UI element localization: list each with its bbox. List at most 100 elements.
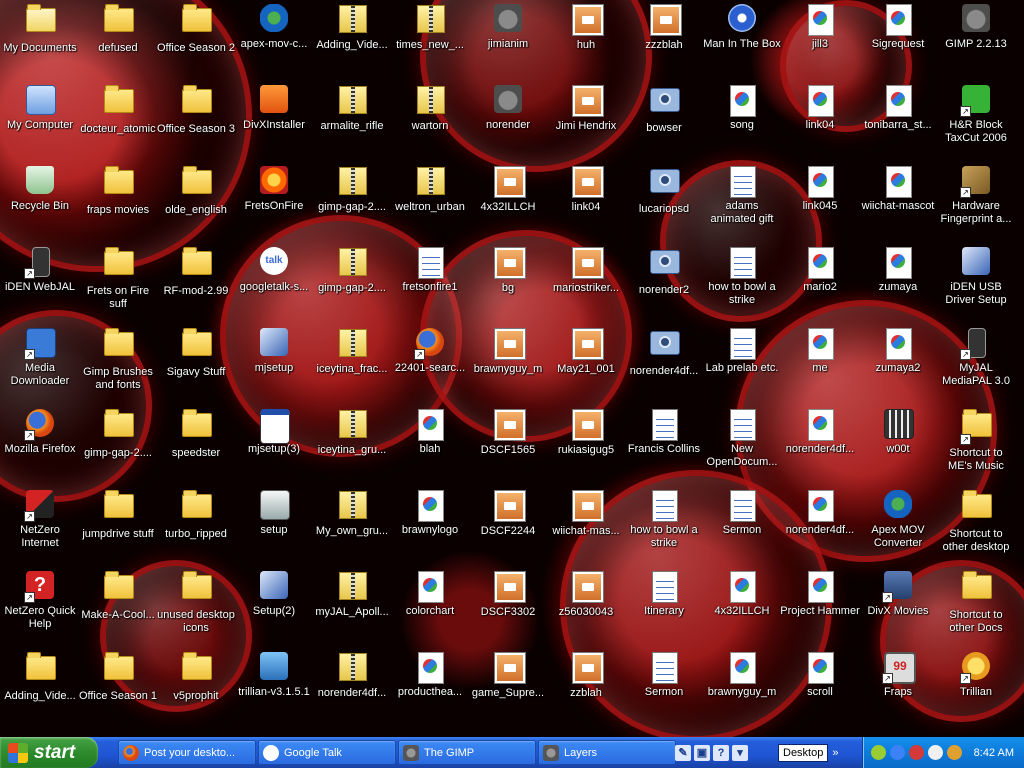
desktop-icon[interactable]: Sermon	[624, 650, 704, 730]
desktop-icon[interactable]: ↗ 22401-searc...	[390, 326, 470, 406]
desktop-icon[interactable]: ↗ Trillian	[936, 650, 1016, 730]
trillian-tray-icon[interactable]	[947, 745, 962, 760]
desktop-icon[interactable]: My_own_gru...	[312, 488, 392, 568]
desktop-icon[interactable]: gimp-gap-2....	[78, 407, 158, 487]
desktop-icon[interactable]: DSCF3302	[468, 569, 548, 649]
desktop-icon[interactable]: Man In The Box	[702, 2, 782, 82]
desktop-icon[interactable]: ↗ MyJAL MediaPAL 3.0	[936, 326, 1016, 406]
desktop-icon[interactable]: blah	[390, 407, 470, 487]
desktop-icon[interactable]: bg	[468, 245, 548, 325]
desktop-icon[interactable]: My Documents	[0, 2, 80, 82]
desktop-icon[interactable]: unused desktop icons	[156, 569, 236, 649]
desktop-icon[interactable]: mjsetup	[234, 326, 314, 406]
desktop-icon[interactable]: DivXInstaller	[234, 83, 314, 163]
desktop-icon[interactable]: me	[780, 326, 860, 406]
desktop-icon[interactable]: brawnyguy_m	[702, 650, 782, 730]
desktop-icon[interactable]: Jimi Hendrix	[546, 83, 626, 163]
desktop-icon[interactable]: My Computer	[0, 83, 80, 163]
desktop-icon[interactable]: zumaya2	[858, 326, 938, 406]
desktop-icon[interactable]: May21_001	[546, 326, 626, 406]
taskbar-button[interactable]: Post your deskto...	[118, 740, 256, 765]
wrench-icon[interactable]: ✎	[675, 745, 691, 761]
desktop-icon[interactable]: bowser	[624, 83, 704, 163]
desktop-icon[interactable]: fretsonfire1	[390, 245, 470, 325]
desktop-icon[interactable]: link045	[780, 164, 860, 244]
taskbar-button[interactable]: Layers	[538, 740, 676, 765]
desktop-icon[interactable]: Office Season 3	[156, 83, 236, 163]
mail-icon[interactable]	[928, 745, 943, 760]
desktop-icon[interactable]: trillian-v3.1.5.1	[234, 650, 314, 730]
desktop-icon[interactable]: gimp-gap-2....	[312, 164, 392, 244]
desktop-icon[interactable]: jill3	[780, 2, 860, 82]
desktop-icon[interactable]: talk googletalk-s...	[234, 245, 314, 325]
desktop-icon[interactable]: rukiasigug5	[546, 407, 626, 487]
desktop-icon[interactable]: Shortcut to other Docs	[936, 569, 1016, 649]
desktop-icon[interactable]: Francis Collins	[624, 407, 704, 487]
desktop-icon[interactable]: apex-mov-c...	[234, 2, 314, 82]
desktop-icon[interactable]: Frets on Fire suff	[78, 245, 158, 325]
desktop-icon[interactable]: brawnyguy_m	[468, 326, 548, 406]
taskbar-button[interactable]: Google Talk	[258, 740, 396, 765]
desktop-icon[interactable]: mario2	[780, 245, 860, 325]
desktop-icon[interactable]: Office Season 1	[78, 650, 158, 730]
desktop-icon[interactable]: DSCF2244	[468, 488, 548, 568]
desktop-icon[interactable]: wartorn	[390, 83, 470, 163]
desktop-icon[interactable]: how to bowl a strike	[702, 245, 782, 325]
desktop-icon[interactable]: turbo_ripped	[156, 488, 236, 568]
desktop-icon[interactable]: link04	[546, 164, 626, 244]
desktop-icon[interactable]: 4x32ILLCH	[468, 164, 548, 244]
desktop-icon[interactable]: z56030043	[546, 569, 626, 649]
monitor-icon[interactable]: ▣	[694, 745, 710, 761]
desktop-icon[interactable]: Shortcut to other desktop	[936, 488, 1016, 568]
desktop-icon[interactable]: iceytina_gru...	[312, 407, 392, 487]
desktop-icon[interactable]: Office Season 2	[156, 2, 236, 82]
desktop-icon[interactable]: Gimp Brushes and fonts	[78, 326, 158, 406]
desktop-icon[interactable]: jumpdrive stuff	[78, 488, 158, 568]
desktop-icon[interactable]: Sermon	[702, 488, 782, 568]
desktop-icon[interactable]: gimp-gap-2....	[312, 245, 392, 325]
desktop-icon[interactable]: ? ↗ NetZero Quick Help	[0, 569, 80, 649]
desktop-icon[interactable]: ↗ DivX Movies	[858, 569, 938, 649]
desktop-icon[interactable]: ↗ iDEN WebJAL	[0, 245, 80, 325]
desktop-icon[interactable]: fraps movies	[78, 164, 158, 244]
arrow-icon[interactable]: ▾	[732, 745, 748, 761]
desktop[interactable]: My Documents defused Office Season 2 apex-m…	[0, 0, 1024, 737]
taskbar-button[interactable]: The GIMP	[398, 740, 536, 765]
desktop-icon[interactable]: armalite_rifle	[312, 83, 392, 163]
desktop-icon[interactable]: link04	[780, 83, 860, 163]
desktop-icon[interactable]: myJAL_Apoll...	[312, 569, 392, 649]
desktop-icon[interactable]: zzzblah	[624, 2, 704, 82]
desktop-icon[interactable]: 99 ↗ Fraps	[858, 650, 938, 730]
desktop-icon[interactable]: mjsetup(3)	[234, 407, 314, 487]
desktop-icon[interactable]: productheа...	[390, 650, 470, 730]
desktop-icon[interactable]: Adding_Vide...	[312, 2, 392, 82]
desktop-icon[interactable]: norender2	[624, 245, 704, 325]
desktop-icon[interactable]: ↗ NetZero Internet	[0, 488, 80, 568]
desktop-icon[interactable]: speedster	[156, 407, 236, 487]
help-icon[interactable]: ?	[713, 745, 729, 761]
desktop-icon[interactable]: norender4df...	[780, 488, 860, 568]
desktop-icon[interactable]: adams animated gift	[702, 164, 782, 244]
desktop-icon[interactable]: iceytina_frac...	[312, 326, 392, 406]
desktop-icon[interactable]: Lab prelab etc.	[702, 326, 782, 406]
chevron-right-icon[interactable]: »	[832, 747, 838, 759]
desktop-icon[interactable]: mariostriker...	[546, 245, 626, 325]
desktop-icon[interactable]: Itinerary	[624, 569, 704, 649]
desktop-icon[interactable]: ↗ Mozilla Firefox	[0, 407, 80, 487]
help-tray-icon[interactable]	[890, 745, 905, 760]
desktop-icon[interactable]: tonibarra_st...	[858, 83, 938, 163]
desktop-icon[interactable]: times_new_...	[390, 2, 470, 82]
desktop-icon[interactable]: New OpenDocum...	[702, 407, 782, 487]
desktop-icon[interactable]: Sigrequest	[858, 2, 938, 82]
network-icon[interactable]	[871, 745, 886, 760]
desktop-icon[interactable]: w00t	[858, 407, 938, 487]
desktop-icon[interactable]: brawnylogo	[390, 488, 470, 568]
desktop-icon[interactable]: Adding_Vide...	[0, 650, 80, 730]
start-button[interactable]: start	[0, 737, 98, 768]
desktop-toolbar[interactable]: Desktop »	[778, 743, 858, 763]
desktop-icon[interactable]: song	[702, 83, 782, 163]
security-icon[interactable]	[909, 745, 924, 760]
desktop-icon[interactable]: setup	[234, 488, 314, 568]
desktop-icon[interactable]: Sigavy Stuff	[156, 326, 236, 406]
desktop-icon[interactable]: Setup(2)	[234, 569, 314, 649]
